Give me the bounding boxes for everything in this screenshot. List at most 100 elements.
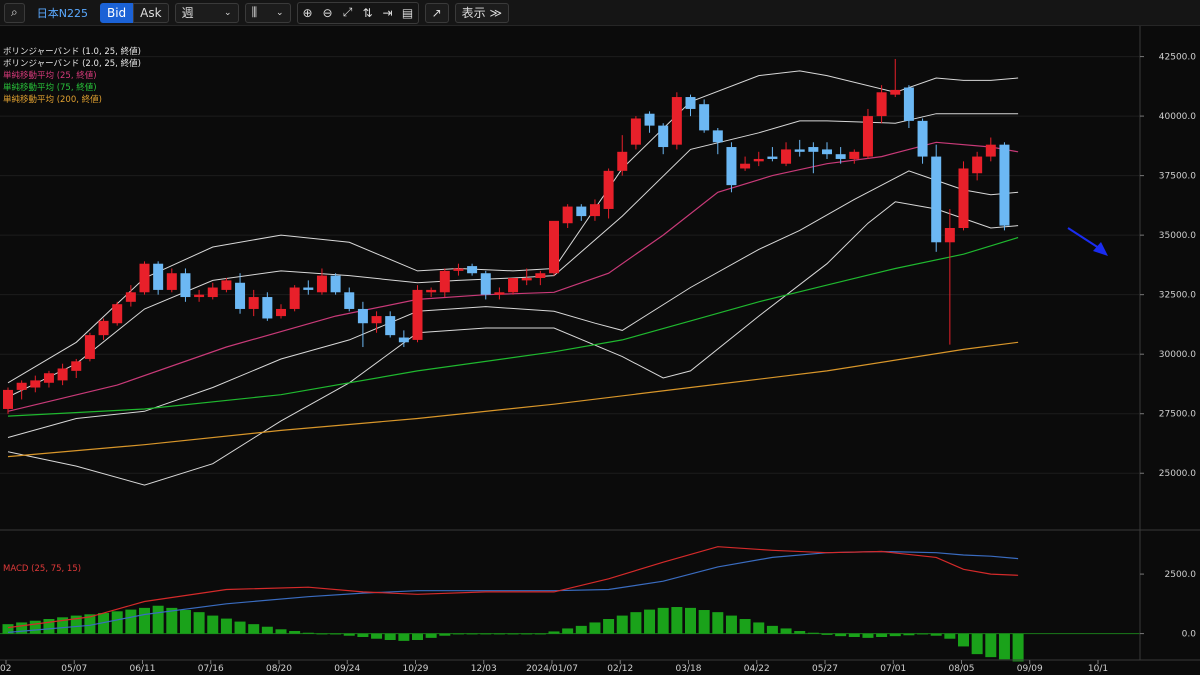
candle[interactable] <box>57 368 68 381</box>
candle[interactable] <box>480 273 491 295</box>
legend-item[interactable]: ボリンジャーバンド (2.0, 25, 終値) <box>3 58 141 70</box>
candle[interactable] <box>139 263 150 293</box>
candle[interactable] <box>835 154 846 159</box>
candle[interactable] <box>890 89 901 95</box>
candle[interactable] <box>931 156 942 243</box>
candle[interactable] <box>344 292 355 309</box>
candle[interactable] <box>849 151 860 159</box>
candle[interactable] <box>371 316 382 324</box>
candle[interactable] <box>876 92 887 117</box>
candle[interactable] <box>84 335 95 359</box>
candle[interactable] <box>453 268 464 271</box>
candle[interactable] <box>221 280 232 290</box>
candle[interactable] <box>712 130 723 143</box>
candle[interactable] <box>549 220 559 274</box>
candle[interactable] <box>521 278 532 281</box>
candle[interactable] <box>467 266 478 274</box>
candle[interactable] <box>316 275 327 293</box>
candle[interactable] <box>767 156 778 159</box>
candle[interactable] <box>289 287 300 309</box>
candle[interactable] <box>822 149 832 155</box>
candle[interactable] <box>303 287 314 290</box>
candle[interactable] <box>508 278 519 293</box>
candle[interactable] <box>808 147 819 152</box>
zoom-in-button[interactable]: ⊕ <box>299 4 317 22</box>
candle[interactable] <box>589 204 600 217</box>
candle[interactable] <box>999 144 1010 226</box>
auto-scale-button[interactable]: ⇅ <box>359 4 377 22</box>
candle[interactable] <box>985 144 996 157</box>
legend-item[interactable]: 単純移動平均 (200, 終値) <box>3 94 141 106</box>
candle[interactable] <box>207 287 218 298</box>
display-button[interactable]: 表示 ≫ <box>454 2 510 23</box>
period-select[interactable]: 週 ⌄ <box>174 2 239 23</box>
legend-item[interactable]: ボリンジャーバンド (1.0, 25, 終値) <box>3 46 141 58</box>
candle[interactable] <box>412 289 423 340</box>
macd-histogram-bar <box>111 611 123 634</box>
candle[interactable] <box>630 118 641 145</box>
macd-histogram-bar <box>330 633 342 635</box>
legend-item[interactable]: 単純移動平均 (25, 終値) <box>3 70 141 82</box>
chart-canvas[interactable]: 25000.0 27500.0 30000.0 32500.0 35000.0 37500… <box>0 26 1200 675</box>
candle[interactable] <box>357 308 368 324</box>
candle[interactable] <box>958 168 969 228</box>
candle[interactable] <box>98 320 109 336</box>
macd-histogram-bar <box>616 615 628 634</box>
candle[interactable] <box>125 292 136 302</box>
candle[interactable] <box>972 156 983 174</box>
candle[interactable] <box>262 297 273 319</box>
candle[interactable] <box>194 294 205 298</box>
jump-latest-button[interactable]: ⇥ <box>379 4 397 22</box>
ask-button[interactable]: Ask <box>133 2 169 23</box>
candle[interactable] <box>43 373 54 383</box>
candle[interactable] <box>617 151 628 171</box>
candle[interactable] <box>726 147 737 186</box>
chevron-down-icon: ⌄ <box>276 7 284 18</box>
candle[interactable] <box>426 289 437 293</box>
zoom-out-button[interactable]: ⊖ <box>319 4 337 22</box>
candle[interactable] <box>699 104 710 131</box>
candle[interactable] <box>71 361 82 371</box>
bid-button[interactable]: Bid <box>99 2 134 23</box>
candle[interactable] <box>562 206 573 224</box>
candle[interactable] <box>794 149 805 152</box>
candle[interactable] <box>30 380 41 388</box>
candle[interactable] <box>603 170 614 209</box>
candle[interactable] <box>740 163 751 169</box>
candle[interactable] <box>398 337 409 343</box>
candle[interactable] <box>235 282 246 309</box>
candle[interactable] <box>16 382 27 390</box>
symbol-label[interactable]: 日本N225 <box>31 5 94 21</box>
candle[interactable] <box>3 389 13 409</box>
fit-button[interactable]: ⤢ <box>339 4 357 22</box>
candle[interactable] <box>166 273 177 290</box>
candle[interactable] <box>535 273 546 278</box>
indicator-button[interactable]: ↗ <box>424 2 449 23</box>
candle[interactable] <box>494 292 505 295</box>
candle[interactable] <box>576 206 587 217</box>
candle[interactable] <box>644 113 655 126</box>
candle[interactable] <box>276 308 286 317</box>
candle[interactable] <box>112 304 123 324</box>
candle[interactable] <box>248 297 259 309</box>
candle[interactable] <box>753 158 764 162</box>
candle[interactable] <box>862 116 873 157</box>
candle[interactable] <box>944 228 955 243</box>
candle[interactable] <box>180 273 191 298</box>
candle[interactable] <box>781 149 792 164</box>
search-button[interactable]: ⌕ <box>4 2 25 23</box>
legend-item[interactable]: 単純移動平均 (75, 終値) <box>3 82 141 94</box>
candle[interactable] <box>330 275 341 293</box>
candle[interactable] <box>685 97 696 109</box>
notes-button[interactable]: ▤ <box>399 4 417 22</box>
candle[interactable] <box>658 125 669 148</box>
chart-type-select[interactable]: ⫼ ⌄ <box>244 2 291 23</box>
chart-area[interactable]: 25000.0 27500.0 30000.0 32500.0 35000.0 37500… <box>0 26 1200 675</box>
candle[interactable] <box>917 120 928 157</box>
candle[interactable] <box>671 97 682 145</box>
candle[interactable] <box>439 270 450 293</box>
time-tick-label: 02 <box>0 664 11 674</box>
candle[interactable] <box>153 263 164 290</box>
candle[interactable] <box>903 87 914 121</box>
candle[interactable] <box>385 316 396 336</box>
